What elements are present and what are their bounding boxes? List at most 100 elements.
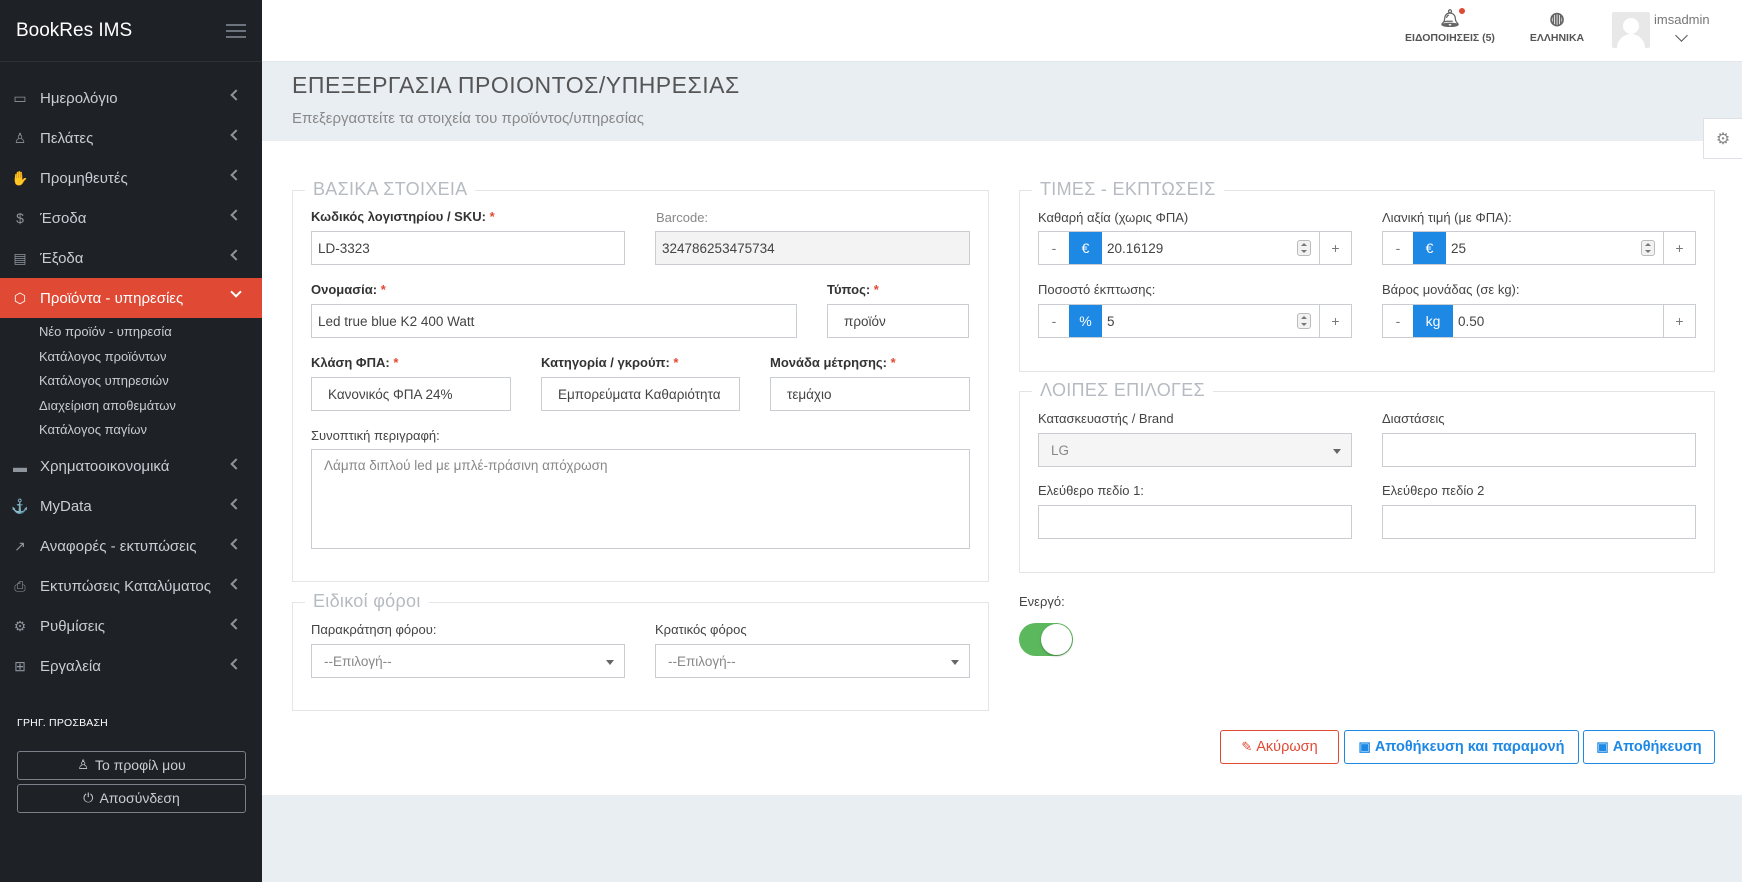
submenu-product-catalog[interactable]: Κατάλογος προϊόντων bbox=[39, 345, 262, 370]
topbar: 🔔︎ ΕΙΔΟΠΟΙΗΣΕΙΣ (5) ◍ ΕΛΛΗΝΙΚΑ bbox=[262, 0, 1742, 62]
sidebar-item-lodging-prints[interactable]: ⎙ Εκτυπώσεις Καταλύματος bbox=[0, 567, 262, 607]
submenu-stock-management[interactable]: Διαχείριση αποθεμάτων bbox=[39, 394, 262, 419]
user-menu[interactable]: imsadmin bbox=[1612, 12, 1710, 48]
prices-legend: ΤΙΜΕΣ - ΕΚΠΤΩΣΕΙΣ bbox=[1032, 179, 1224, 200]
chevron-left-icon bbox=[230, 209, 242, 221]
cancel-button[interactable]: ✎ Ακύρωση bbox=[1220, 730, 1339, 764]
save-button[interactable]: ▣ Αποθήκευση bbox=[1583, 730, 1715, 764]
gear-icon[interactable]: ⚙ bbox=[1703, 118, 1742, 159]
sku-label-text: Κωδικός λογιστηρίου / SKU: bbox=[311, 209, 486, 224]
brand-select[interactable]: LG bbox=[1038, 433, 1352, 467]
sidebar-item-customers[interactable]: ♙ Πελάτες bbox=[0, 118, 262, 158]
state-tax-label: Κρατικός φόρος bbox=[655, 622, 747, 637]
settings-icon: ⚙ bbox=[13, 618, 27, 634]
vat-label: Κλάση ΦΠΑ: * bbox=[311, 355, 398, 370]
chevron-left-icon bbox=[230, 537, 242, 550]
logout-button[interactable]: ⏻ Αποσύνδεση bbox=[17, 783, 246, 813]
sidebar-item-label: Εκτυπώσεις Καταλύματος bbox=[40, 578, 211, 595]
type-select[interactable]: προϊόν bbox=[827, 304, 969, 338]
barcode-input[interactable] bbox=[655, 231, 970, 265]
discount-decrement-button[interactable]: - bbox=[1039, 305, 1069, 337]
free-field-2-label: Ελεύθερο πεδίο 2 bbox=[1382, 483, 1485, 498]
quick-access-heading: ΓΡΗΓ. ΠΡΟΣΒΑΣΗ bbox=[17, 716, 108, 729]
net-increment-button[interactable]: + bbox=[1319, 232, 1351, 264]
retail-price-group: - € 25 + bbox=[1382, 231, 1696, 265]
sidebar-item-income[interactable]: $ Έσοδα bbox=[0, 198, 262, 238]
sidebar-item-calendar[interactable]: ▭ Ημερολόγιο bbox=[0, 78, 262, 118]
user-icon: ♙ bbox=[13, 129, 27, 146]
sidebar-item-mydata[interactable]: ⚓ MyData bbox=[0, 487, 262, 527]
weight-input[interactable]: 0.50 bbox=[1453, 305, 1663, 337]
discount-input[interactable]: 5 bbox=[1102, 305, 1319, 337]
dimensions-label: Διαστάσεις bbox=[1382, 411, 1445, 426]
category-label: Κατηγορία / γκρούπ: * bbox=[541, 355, 678, 370]
cancel-label: Ακύρωση bbox=[1256, 739, 1318, 755]
box-icon: ⬡ bbox=[13, 289, 27, 306]
toggle-knob bbox=[1041, 624, 1072, 655]
retail-decrement-button[interactable]: - bbox=[1383, 232, 1413, 264]
free-field-1-input[interactable] bbox=[1038, 505, 1352, 539]
sidebar-item-tools[interactable]: ⊞ Εργαλεία bbox=[0, 647, 262, 687]
weight-group: - kg 0.50 + bbox=[1382, 304, 1696, 338]
submenu-assets-catalog[interactable]: Κατάλογος παγίων bbox=[39, 418, 262, 443]
net-value-group: - € 20.16129 + bbox=[1038, 231, 1352, 265]
sidebar-item-expenses[interactable]: ▤ Έξοδα bbox=[0, 238, 262, 278]
name-label: Ονομασία: * bbox=[311, 282, 386, 297]
unit-label: Μονάδα μέτρησης: * bbox=[770, 355, 896, 370]
net-value-input[interactable]: 20.16129 bbox=[1102, 232, 1319, 264]
free-field-2-input[interactable] bbox=[1382, 505, 1696, 539]
language-button[interactable]: ◍ ΕΛΛΗΝΙΚΑ bbox=[1522, 8, 1592, 44]
sidebar-item-finance[interactable]: ▬ Χρηματοοικονομικά bbox=[0, 447, 262, 487]
retail-increment-button[interactable]: + bbox=[1663, 232, 1695, 264]
chevron-left-icon bbox=[230, 657, 242, 670]
spinner-icon[interactable] bbox=[1297, 313, 1311, 329]
sidebar: BookRes IMS ▭ Ημερολόγιο ♙ Πελάτες ✋ Προμηθ… bbox=[0, 0, 262, 882]
name-input[interactable] bbox=[311, 304, 797, 338]
dimensions-input[interactable] bbox=[1382, 433, 1696, 467]
weight-label: Βάρος μονάδας (σε kg): bbox=[1382, 282, 1520, 297]
notification-dot bbox=[1459, 8, 1465, 14]
basic-legend: ΒΑΣΙΚΑ ΣΤΟΙΧΕΙΑ bbox=[305, 179, 476, 200]
required-mark: * bbox=[489, 209, 495, 224]
state-tax-select[interactable]: --Επιλογή-- bbox=[655, 644, 970, 678]
description-textarea[interactable]: Λάμπα διπλού led με μπλέ-πράσινη απόχρωσ… bbox=[311, 449, 970, 549]
sidebar-item-settings[interactable]: ⚙ Ρυθμίσεις bbox=[0, 607, 262, 647]
weight-decrement-button[interactable]: - bbox=[1383, 305, 1413, 337]
profile-button[interactable]: ♙ Το προφίλ μου bbox=[17, 750, 246, 780]
hamburger-menu-icon[interactable] bbox=[226, 23, 246, 38]
withholding-label: Παρακράτηση φόρου: bbox=[311, 622, 437, 637]
page-title: ΕΠΕΞΕΡΓΑΣΙΑ ΠΡΟΙΟΝΤΟΣ/ΥΠΗΡΕΣΙΑΣ bbox=[292, 72, 740, 98]
spinner-icon[interactable] bbox=[1641, 240, 1655, 256]
notifications-label: ΕΙΔΟΠΟΙΗΣΕΙΣ (5) bbox=[1405, 32, 1495, 44]
logout-button-label: Αποσύνδεση bbox=[99, 790, 180, 806]
page-subtitle: Επεξεργαστείτε τα στοιχεία του προϊόντος… bbox=[292, 110, 644, 127]
money-icon: ▬ bbox=[13, 458, 27, 475]
category-select[interactable]: Εμπορεύματα Καθαριότητα bbox=[541, 377, 740, 411]
chevron-left-icon bbox=[230, 457, 242, 470]
anchor-icon: ⚓ bbox=[11, 498, 29, 514]
notifications-button[interactable]: 🔔︎ ΕΙΔΟΠΟΙΗΣΕΙΣ (5) bbox=[1402, 8, 1498, 44]
net-decrement-button[interactable]: - bbox=[1039, 232, 1069, 264]
chevron-left-icon bbox=[230, 497, 242, 510]
unit-select[interactable]: τεμάχιο bbox=[770, 377, 970, 411]
chevron-left-icon bbox=[230, 577, 242, 590]
sidebar-item-products[interactable]: ⬡ Προϊόντα - υπηρεσίες bbox=[0, 278, 262, 318]
sidebar-item-suppliers[interactable]: ✋ Προμηθευτές bbox=[0, 158, 262, 198]
submenu-new-product[interactable]: Νέο προϊόν - υπηρεσία bbox=[39, 320, 262, 345]
submenu-service-catalog[interactable]: Κατάλογος υπηρεσιών bbox=[39, 369, 262, 394]
withholding-select[interactable]: --Επιλογή-- bbox=[311, 644, 625, 678]
save-and-stay-button[interactable]: ▣ Αποθήκευση και παραμονή bbox=[1344, 730, 1579, 764]
sidebar-item-label: MyData bbox=[40, 498, 92, 515]
active-toggle[interactable] bbox=[1019, 623, 1073, 656]
retail-price-input[interactable]: 25 bbox=[1446, 232, 1663, 264]
dollar-icon: $ bbox=[16, 210, 24, 226]
euro-addon: € bbox=[1413, 232, 1446, 264]
spinner-icon[interactable] bbox=[1297, 240, 1311, 256]
chevron-left-icon bbox=[230, 617, 242, 630]
sidebar-item-reports[interactable]: ↗ Αναφορές - εκτυπώσεις bbox=[0, 527, 262, 567]
discount-increment-button[interactable]: + bbox=[1319, 305, 1351, 337]
vat-select[interactable]: Κανονικός ΦΠΑ 24% bbox=[311, 377, 511, 411]
sku-input[interactable] bbox=[311, 231, 625, 265]
power-icon: ⏻ bbox=[83, 790, 94, 805]
weight-increment-button[interactable]: + bbox=[1663, 305, 1695, 337]
